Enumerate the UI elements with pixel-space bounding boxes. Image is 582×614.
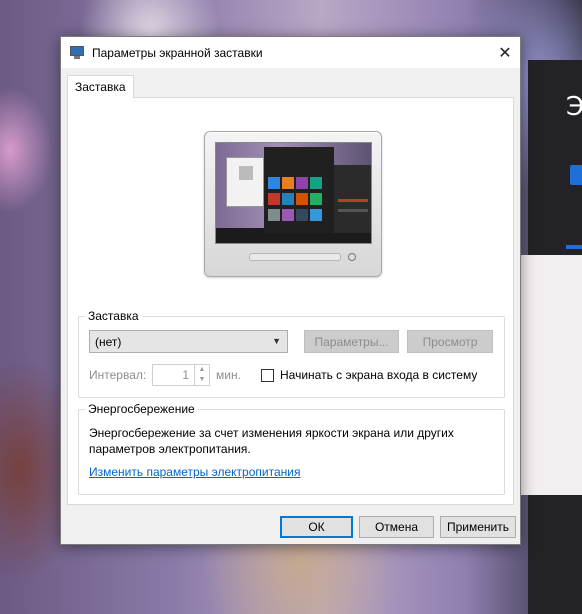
interval-value: 1 bbox=[182, 368, 189, 382]
preview-window-sidebar bbox=[334, 165, 371, 233]
power-description: Энергосбережение за счет изменения яркос… bbox=[89, 426, 454, 456]
screensaver-select[interactable]: (нет) ▼ bbox=[89, 330, 288, 353]
background-app-heading: Э bbox=[566, 92, 582, 122]
close-button[interactable]: ✕ bbox=[490, 37, 520, 68]
preview-window-dialog bbox=[226, 157, 264, 207]
monitor-preview bbox=[204, 131, 382, 277]
screensaver-group: Заставка bbox=[78, 309, 505, 398]
background-app-panel bbox=[520, 255, 582, 495]
stepper-arrows-icon[interactable]: ▲ ▼ bbox=[194, 365, 209, 385]
cancel-button[interactable]: Отмена bbox=[359, 516, 434, 538]
window-title: Параметры экранной заставки bbox=[92, 45, 263, 60]
screensaver-select-value: (нет) bbox=[95, 334, 122, 349]
interval-label: Интервал: bbox=[89, 368, 147, 382]
monitor-power-icon bbox=[348, 253, 356, 261]
title-bar[interactable]: Параметры экранной заставки ✕ bbox=[61, 37, 520, 68]
tab-label: Заставка bbox=[75, 80, 126, 94]
monitor-icon bbox=[69, 45, 85, 61]
power-group-label: Энергосбережение bbox=[85, 402, 198, 416]
chevron-down-icon: ▼ bbox=[272, 336, 281, 346]
preview-screen bbox=[215, 142, 372, 244]
close-icon: ✕ bbox=[498, 44, 512, 62]
power-settings-link[interactable]: Изменить параметры электропитания bbox=[89, 465, 300, 479]
preview-button[interactable]: Просмотр bbox=[407, 330, 493, 353]
screensaver-group-label: Заставка bbox=[85, 309, 142, 323]
tab-screensaver[interactable]: Заставка bbox=[67, 75, 134, 98]
logon-checkbox-label[interactable]: Начинать с экрана входа в систему bbox=[280, 368, 477, 382]
tab-page-screensaver: Заставка (нет) ▼ Параметры... Просмотр И… bbox=[67, 97, 514, 505]
ok-button[interactable]: ОК bbox=[280, 516, 353, 538]
logon-checkbox[interactable] bbox=[261, 369, 274, 382]
apply-button[interactable]: Применить bbox=[440, 516, 516, 538]
interval-unit: мин. bbox=[216, 368, 241, 382]
monitor-chin bbox=[249, 253, 341, 261]
screensaver-settings-dialog: Параметры экранной заставки ✕ Заставка З… bbox=[60, 36, 521, 545]
settings-button[interactable]: Параметры... bbox=[304, 330, 399, 353]
background-app-accent bbox=[566, 245, 582, 249]
interval-stepper[interactable]: 1 ▲ ▼ bbox=[152, 364, 210, 386]
preview-window-browser bbox=[264, 147, 334, 233]
background-app-icon bbox=[570, 165, 582, 185]
